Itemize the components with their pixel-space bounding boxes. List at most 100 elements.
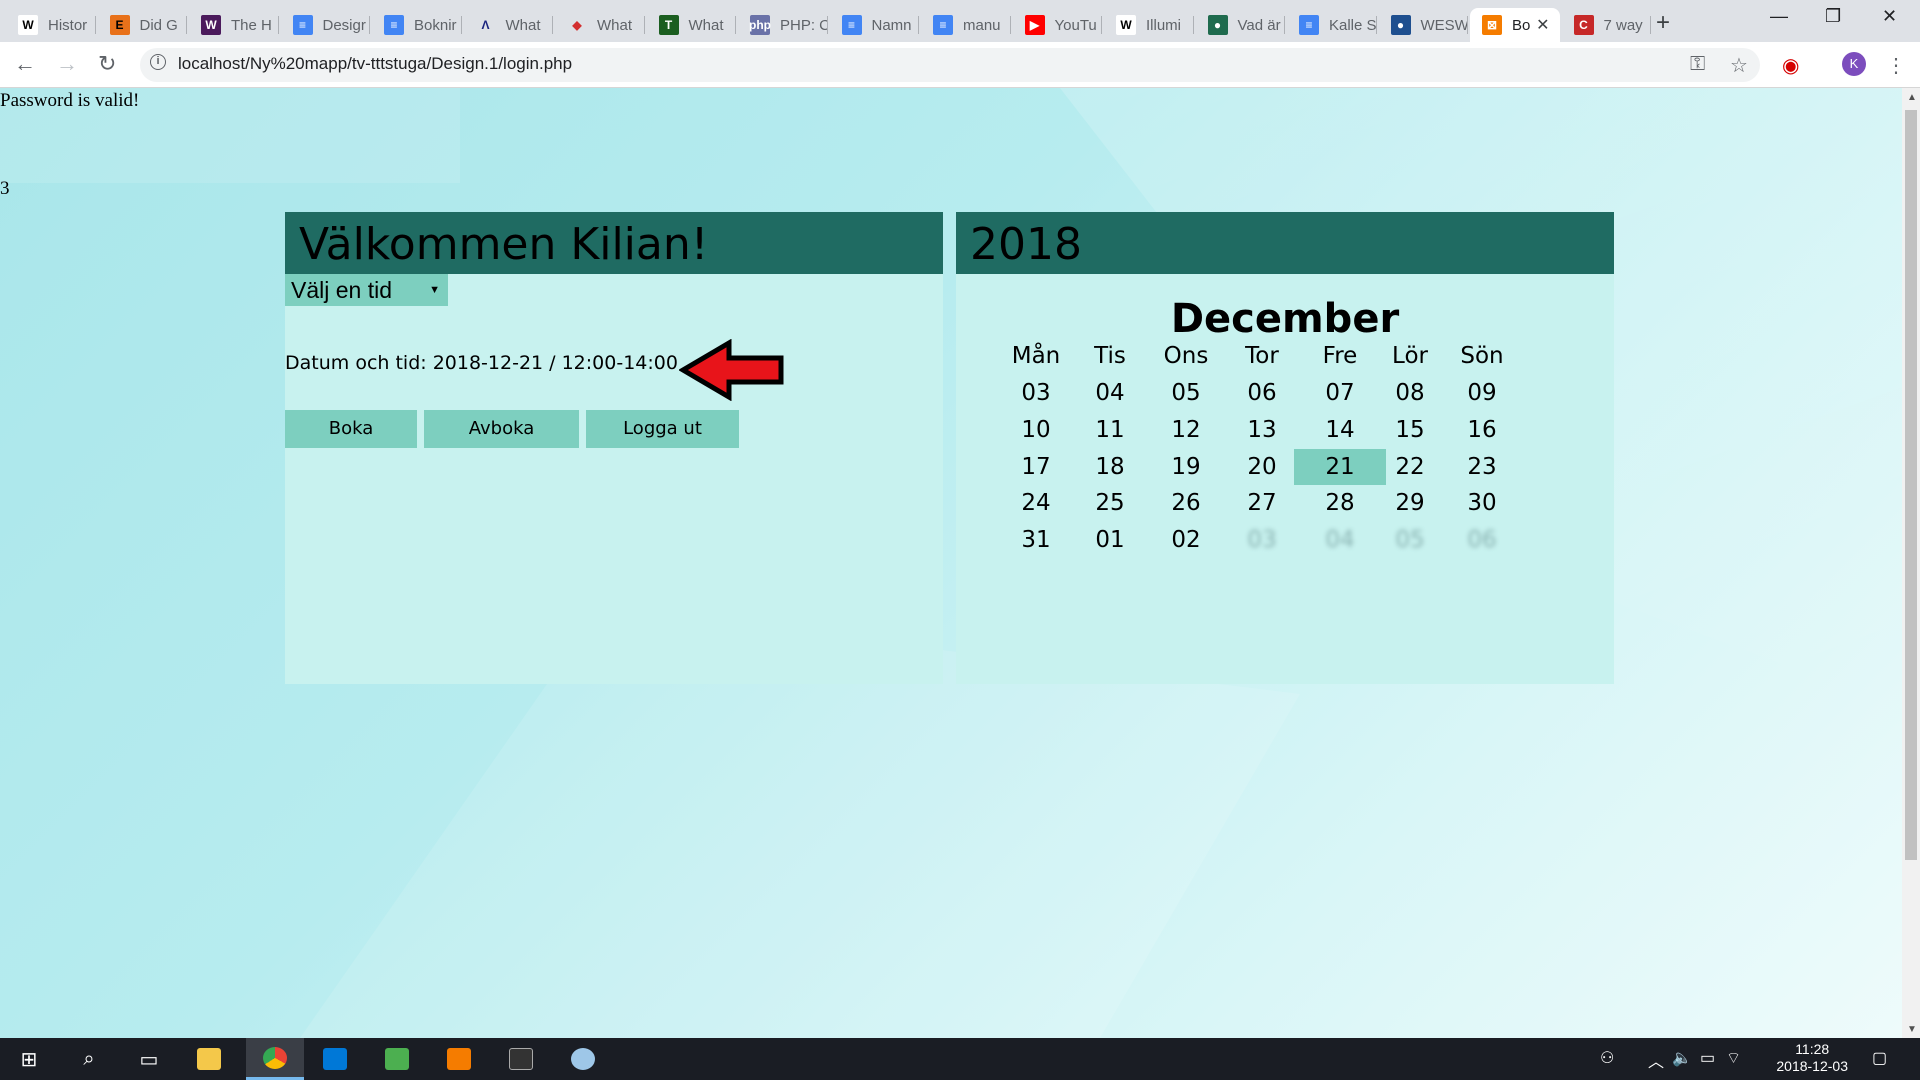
tab-title: 7 way [1603, 16, 1643, 34]
tab-2[interactable]: W The H [189, 8, 279, 42]
tab-title: PHP: C [780, 16, 828, 34]
tab-16[interactable]: ⊠ Bo ✕ [1470, 8, 1560, 42]
tab-8[interactable]: php PHP: C [738, 8, 828, 42]
year-title: 2018 [956, 212, 1614, 274]
key-icon[interactable]: ⚿ [1690, 53, 1705, 76]
tab-title: manu [963, 16, 1001, 34]
time-select-label: Välj en tid [291, 277, 393, 303]
tab-14[interactable]: ≡ Kalle S [1287, 8, 1377, 42]
notification-icon[interactable]: ▢ [1872, 1048, 1887, 1068]
month-title: December [1170, 296, 1400, 342]
tab-7[interactable]: T What [647, 8, 736, 42]
tab-title: Boknir [414, 16, 457, 34]
tab-1[interactable]: E Did G [98, 8, 187, 42]
tab-favicon-icon: C [1573, 15, 1594, 35]
minimize-icon[interactable]: — [1770, 6, 1788, 27]
tab-favicon-icon: E [109, 15, 130, 35]
maximize-icon[interactable]: ❐ [1825, 6, 1841, 27]
info-icon[interactable]: i [150, 54, 166, 70]
search-icon[interactable]: ⌕ [60, 1038, 118, 1080]
close-tab-icon[interactable]: ✕ [1536, 15, 1549, 35]
xampp-icon[interactable] [430, 1038, 488, 1080]
tab-10[interactable]: ≡ manu [921, 8, 1011, 42]
scroll-thumb[interactable] [1905, 110, 1917, 860]
paint-icon[interactable] [554, 1038, 612, 1080]
bookmark-star-icon[interactable]: ☆ [1730, 53, 1748, 78]
tab-title: What [597, 16, 633, 34]
book-button[interactable]: Boka [285, 410, 417, 448]
scroll-down-icon[interactable]: ▼ [1907, 1024, 1917, 1035]
tab-11[interactable]: ▶ YouTu [1013, 8, 1102, 42]
tab-separator [918, 16, 919, 34]
tab-favicon-icon: php [749, 15, 771, 35]
tab-17[interactable]: C 7 way [1562, 8, 1651, 42]
store-icon[interactable] [306, 1038, 364, 1080]
people-icon[interactable]: ⚇ [1600, 1048, 1614, 1068]
cancel-booking-button[interactable]: Avboka [424, 410, 579, 448]
menu-dots-icon[interactable]: ⋮ [1886, 53, 1906, 78]
tab-separator [1375, 16, 1377, 34]
scrollbar[interactable]: ▲ ▼ [1902, 88, 1920, 1038]
tab-13[interactable]: ● Vad är [1196, 8, 1285, 42]
tab-favicon-icon: ▶ [1024, 15, 1045, 35]
tab-12[interactable]: W Illumi [1104, 8, 1194, 42]
status-message: Password is valid! [0, 90, 140, 111]
tab-favicon-icon: W [1116, 15, 1136, 35]
file-explorer-icon[interactable] [180, 1038, 238, 1080]
back-arrow-icon[interactable]: ← [14, 51, 36, 77]
scroll-up-icon[interactable]: ▲ [1907, 92, 1917, 103]
taskbar: ⊞ ⌕ ▭ ⚇ ︿ 🔈 ▭ ⌔ 11:28 2018-12-03 ▢ [0, 1038, 1920, 1080]
tab-9[interactable]: ≡ Namn [830, 8, 919, 42]
tab-favicon-icon: ≡ [384, 15, 404, 35]
tab-favicon-icon: ≡ [841, 15, 862, 35]
new-tab-button[interactable]: + [1656, 9, 1670, 37]
tab-title: The H [231, 16, 272, 34]
browser-toolbar: ← → ↻ i localhost/Ny%20mapp/tv-tttstuga/… [0, 42, 1920, 88]
logout-button[interactable]: Logga ut [586, 410, 739, 448]
tab-3[interactable]: ≡ Desigr [281, 8, 370, 42]
chevron-up-icon[interactable]: ︿ [1648, 1048, 1664, 1072]
calendar-day[interactable]: 23 [1436, 449, 1528, 485]
task-view-icon[interactable]: ▭ [120, 1038, 178, 1080]
tab-separator [186, 16, 187, 34]
avatar[interactable]: K [1842, 52, 1866, 76]
tab-title: Vad är [1237, 16, 1281, 34]
reload-icon[interactable]: ↻ [98, 51, 116, 77]
url-text[interactable]: localhost/Ny%20mapp/tv-tttstuga/Design.1… [178, 54, 572, 74]
forward-arrow-icon[interactable]: → [56, 51, 78, 77]
tab-separator [277, 16, 279, 34]
tab-6[interactable]: ◆ What [555, 8, 645, 42]
tab-separator [460, 16, 462, 34]
windows-start-icon[interactable]: ⊞ [0, 1038, 58, 1080]
tab-title: Kalle S [1329, 16, 1377, 34]
calendar-day[interactable]: 30 [1436, 485, 1528, 521]
tab-title: What [505, 16, 541, 34]
tab-favicon-icon: ≡ [1299, 15, 1319, 35]
clock-time: 11:28 [1795, 1041, 1830, 1057]
tab-favicon-icon: ● [1207, 15, 1228, 35]
tab-separator [1284, 16, 1285, 34]
tab-favicon-icon: ● [1390, 15, 1411, 35]
notepad-icon[interactable] [368, 1038, 426, 1080]
clock[interactable]: 11:28 2018-12-03 [1776, 1041, 1848, 1075]
tab-4[interactable]: ≡ Boknir [372, 8, 462, 42]
calendar-day[interactable]: 16 [1436, 412, 1528, 448]
battery-icon[interactable]: ▭ [1700, 1048, 1715, 1068]
weekday-header: Sön [1460, 343, 1504, 369]
tab-title: YouTu [1054, 16, 1097, 34]
tab-5[interactable]: Λ What [464, 8, 553, 42]
time-select[interactable]: Välj en tid ▼ [285, 274, 448, 306]
tab-favicon-icon: ⊠ [1482, 15, 1502, 35]
calendar-day[interactable]: 09 [1436, 375, 1528, 411]
wifi-icon[interactable]: ⌔ [1726, 1048, 1741, 1068]
tab-0[interactable]: W Histor [6, 8, 96, 42]
extension-icon[interactable]: ◉ [1782, 53, 1799, 78]
tab-15[interactable]: ● WESW [1379, 8, 1468, 42]
tab-separator [1101, 16, 1102, 34]
close-window-icon[interactable]: ✕ [1882, 6, 1897, 27]
chrome-icon[interactable] [246, 1038, 304, 1080]
volume-icon[interactable]: 🔈 [1672, 1048, 1692, 1068]
tab-favicon-icon: W [201, 15, 221, 35]
terminal-icon[interactable] [492, 1038, 550, 1080]
tab-title: Histor [48, 16, 88, 34]
